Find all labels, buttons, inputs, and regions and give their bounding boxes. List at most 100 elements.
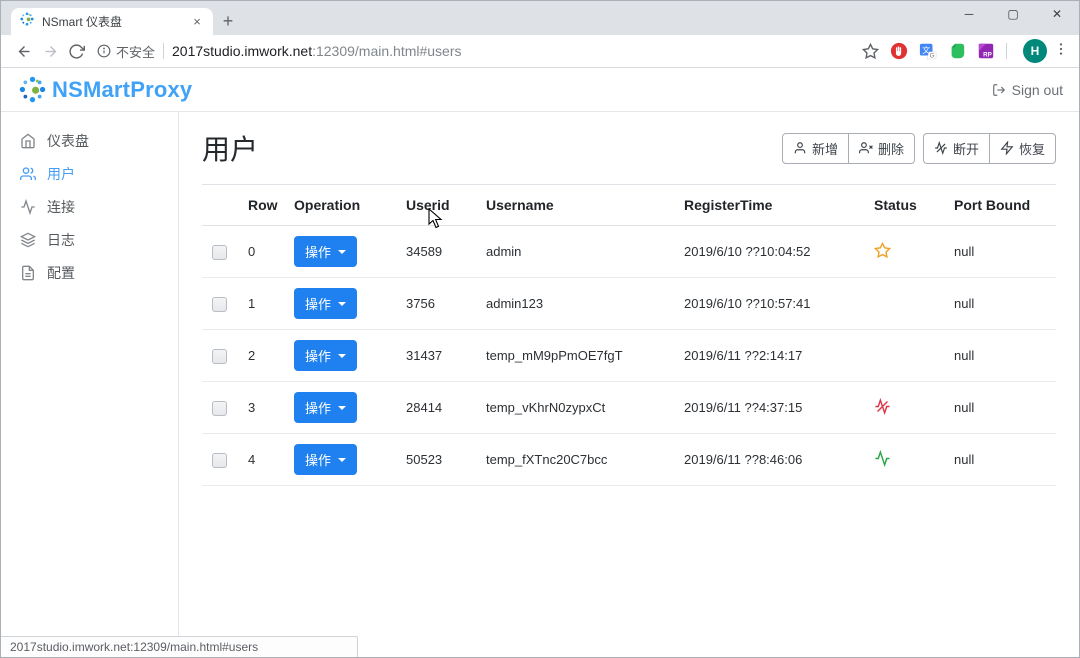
- chevron-down-icon: [338, 406, 346, 410]
- sign-out-label: Sign out: [1012, 82, 1063, 98]
- cell-userid: 50523: [398, 434, 478, 486]
- cell-userid: 3756: [398, 278, 478, 330]
- cell-port-bound: null: [946, 278, 1056, 330]
- table-row: 3 操作 28414 temp_vKhrN0zypxCt 2019/6/11 ?…: [202, 382, 1056, 434]
- cell-username: temp_mM9pPmOE7fgT: [478, 330, 676, 382]
- sidebar-item-label: 仪表盘: [47, 131, 89, 151]
- sign-out-button[interactable]: Sign out: [992, 82, 1063, 98]
- chevron-down-icon: [338, 250, 346, 254]
- star-icon: [874, 247, 891, 262]
- col-header-userid: Userid: [398, 185, 478, 226]
- close-button[interactable]: ✕: [1035, 1, 1079, 27]
- url-host: 2017studio.imwork.net: [172, 43, 312, 59]
- sidebar-item-label: 配置: [47, 263, 75, 283]
- action-buttons: 新增 删除 断开 恢复: [782, 133, 1056, 164]
- activity-icon: [20, 199, 36, 215]
- address-bar[interactable]: 2017studio.imwork.net:12309/main.html#us…: [172, 43, 462, 59]
- sidebar-item-config[interactable]: 配置: [1, 256, 178, 289]
- cell-userid: 31437: [398, 330, 478, 382]
- profile-avatar[interactable]: H: [1023, 39, 1047, 63]
- brand-logo-icon: [17, 74, 48, 105]
- adblock-icon[interactable]: [887, 39, 911, 63]
- tab-strip: NSmart 仪表盘 × + ─ ▢ ✕: [1, 1, 1079, 35]
- tab-title: NSmart 仪表盘: [42, 13, 182, 30]
- col-header-row: Row: [240, 185, 286, 226]
- browser-tab[interactable]: NSmart 仪表盘 ×: [11, 8, 213, 35]
- sidebar-item-logs[interactable]: 日志: [1, 223, 178, 256]
- cell-port-bound: null: [946, 434, 1056, 486]
- main-content: 用户 新增 删除: [179, 112, 1079, 658]
- table-header-row: Row Operation Userid Username RegisterTi…: [202, 185, 1056, 226]
- row-checkbox[interactable]: [212, 401, 227, 416]
- sidebar-item-users[interactable]: 用户: [1, 157, 178, 190]
- translate-icon[interactable]: 文G: [916, 39, 940, 63]
- operation-dropdown-button[interactable]: 操作: [294, 392, 357, 423]
- col-header-status: Status: [866, 185, 946, 226]
- tab-close-icon[interactable]: ×: [189, 14, 205, 30]
- sidebar-item-dashboard[interactable]: 仪表盘: [1, 124, 178, 157]
- cell-username: admin: [478, 226, 676, 278]
- cell-row-index: 4: [240, 434, 286, 486]
- zap-icon: [1000, 141, 1014, 155]
- delete-user-button[interactable]: 删除: [848, 133, 915, 164]
- favicon: [19, 11, 35, 32]
- evernote-icon[interactable]: [945, 39, 969, 63]
- cell-registertime: 2019/6/11 ??4:37:15: [676, 382, 866, 434]
- row-checkbox[interactable]: [212, 349, 227, 364]
- logout-icon: [992, 83, 1006, 97]
- url-path: :12309/main.html#users: [312, 43, 461, 59]
- disconnect-button[interactable]: 断开: [923, 133, 990, 164]
- user-plus-icon: [793, 141, 807, 155]
- operation-dropdown-button[interactable]: 操作: [294, 340, 357, 371]
- info-icon: [97, 44, 111, 58]
- minimize-button[interactable]: ─: [947, 1, 991, 27]
- table-row: 0 操作 34589 admin 2019/6/10 ??10:04:52 nu…: [202, 226, 1056, 278]
- maximize-button[interactable]: ▢: [991, 1, 1035, 27]
- browser-toolbar: 不安全 2017studio.imwork.net:12309/main.htm…: [1, 35, 1079, 68]
- chevron-down-icon: [338, 458, 346, 462]
- col-header-portbound: Port Bound: [946, 185, 1056, 226]
- bookmark-star-icon[interactable]: [858, 39, 882, 63]
- file-icon: [20, 265, 36, 281]
- cell-registertime: 2019/6/11 ??8:46:06: [676, 434, 866, 486]
- cell-userid: 34589: [398, 226, 478, 278]
- cell-username: admin123: [478, 278, 676, 330]
- col-header-registertime: RegisterTime: [676, 185, 866, 226]
- operation-dropdown-button[interactable]: 操作: [294, 444, 357, 475]
- app-header: NSMartProxy Sign out: [1, 68, 1079, 112]
- browser-menu-icon[interactable]: [1053, 41, 1069, 62]
- col-header-username: Username: [478, 185, 676, 226]
- row-checkbox[interactable]: [212, 453, 227, 468]
- forward-icon[interactable]: [37, 38, 63, 64]
- new-tab-button[interactable]: +: [213, 8, 243, 35]
- add-user-button[interactable]: 新增: [782, 133, 849, 164]
- svg-text:G: G: [930, 52, 935, 59]
- security-label: 不安全: [116, 42, 155, 61]
- security-indicator[interactable]: 不安全: [97, 42, 155, 61]
- brand-name: NSMartProxy: [52, 77, 192, 103]
- restore-button[interactable]: 恢复: [989, 133, 1056, 164]
- axure-rp-icon[interactable]: RP: [974, 39, 998, 63]
- cell-registertime: 2019/6/11 ??2:14:17: [676, 330, 866, 382]
- cell-row-index: 0: [240, 226, 286, 278]
- col-header-operation: Operation: [286, 185, 398, 226]
- cell-registertime: 2019/6/10 ??10:04:52: [676, 226, 866, 278]
- cell-userid: 28414: [398, 382, 478, 434]
- cell-registertime: 2019/6/10 ??10:57:41: [676, 278, 866, 330]
- back-icon[interactable]: [11, 38, 37, 64]
- operation-dropdown-button[interactable]: 操作: [294, 288, 357, 319]
- row-checkbox[interactable]: [212, 245, 227, 260]
- user-x-icon: [859, 141, 873, 155]
- operation-dropdown-button[interactable]: 操作: [294, 236, 357, 267]
- layers-icon: [20, 232, 36, 248]
- row-checkbox[interactable]: [212, 297, 227, 312]
- table-row: 2 操作 31437 temp_mM9pPmOE7fgT 2019/6/11 ?…: [202, 330, 1056, 382]
- pulse-off-icon: [934, 141, 948, 155]
- reload-icon[interactable]: [63, 38, 89, 64]
- chevron-down-icon: [338, 354, 346, 358]
- sidebar-item-connections[interactable]: 连接: [1, 190, 178, 223]
- users-table: Row Operation Userid Username RegisterTi…: [202, 184, 1056, 486]
- cell-username: temp_fXTnc20C7bcc: [478, 434, 676, 486]
- users-icon: [20, 166, 36, 182]
- status-bar: 2017studio.imwork.net:12309/main.html#us…: [1, 636, 358, 657]
